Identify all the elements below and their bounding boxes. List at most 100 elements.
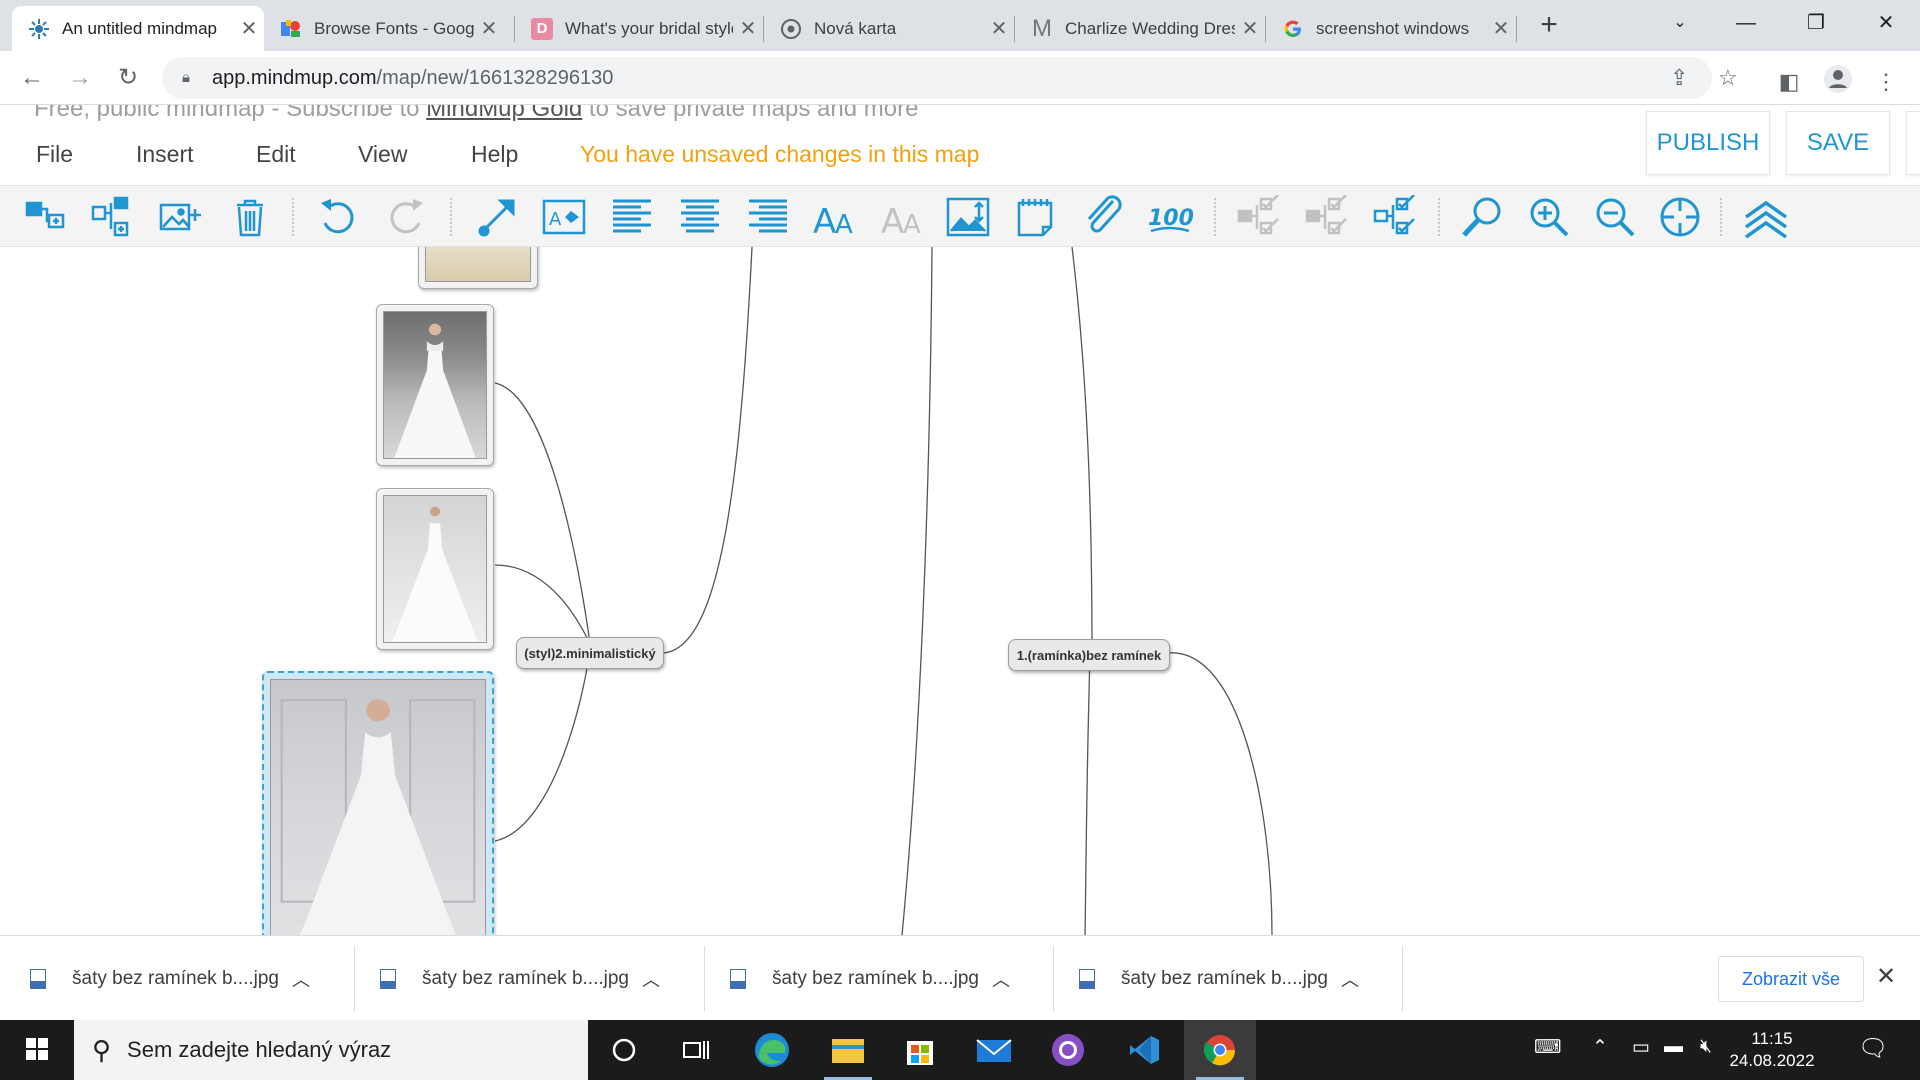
editing-toolbar: A AA AA 100 bbox=[0, 185, 1920, 247]
file-explorer-icon[interactable] bbox=[812, 1020, 884, 1080]
minimize-icon[interactable]: — bbox=[1716, 6, 1776, 40]
vscode-icon[interactable] bbox=[1108, 1020, 1180, 1080]
menu-help[interactable]: Help bbox=[471, 141, 518, 168]
forward-arrow-icon[interactable]: → bbox=[62, 60, 98, 96]
tray-chevron-icon[interactable]: ⌃ bbox=[1592, 1036, 1608, 1059]
cortana-icon[interactable] bbox=[588, 1020, 660, 1080]
reload-icon[interactable]: ↻ bbox=[110, 60, 146, 96]
chrome-taskbar-icon[interactable] bbox=[1184, 1020, 1256, 1080]
battery-icon[interactable]: ▬ bbox=[1664, 1036, 1683, 1058]
microsoft-store-icon[interactable] bbox=[884, 1020, 956, 1080]
image-node[interactable] bbox=[376, 488, 494, 650]
align-left-icon[interactable] bbox=[608, 194, 656, 240]
connect-icon[interactable] bbox=[474, 194, 522, 240]
tab-bridal-style[interactable]: D What's your bridal style ✕ bbox=[515, 6, 763, 51]
expand-icon[interactable] bbox=[1304, 194, 1352, 240]
close-tab-icon[interactable]: ✕ bbox=[733, 16, 763, 41]
close-tab-icon[interactable]: ✕ bbox=[1486, 16, 1516, 41]
add-sibling-node-icon[interactable] bbox=[88, 194, 136, 240]
menu-edit[interactable]: Edit bbox=[256, 141, 296, 168]
menu-insert[interactable]: Insert bbox=[136, 141, 194, 168]
close-tab-icon[interactable]: ✕ bbox=[474, 16, 504, 41]
align-right-icon[interactable] bbox=[744, 194, 792, 240]
redo-icon[interactable] bbox=[382, 194, 430, 240]
restore-icon[interactable]: ❐ bbox=[1786, 6, 1846, 40]
chevron-up-icon[interactable]: ︿ bbox=[1341, 966, 1359, 992]
image-node[interactable] bbox=[418, 247, 538, 289]
tab-charlize[interactable]: M Charlize Wedding Dress ✕ bbox=[1015, 6, 1265, 51]
publish-button[interactable]: PUBLISH bbox=[1646, 111, 1770, 175]
progress-icon[interactable]: 100 bbox=[1146, 194, 1194, 240]
map-node-minimalisticky[interactable]: (styl)2.minimalistický bbox=[516, 637, 664, 669]
decrease-font-icon[interactable]: AA bbox=[878, 194, 926, 240]
window-close-icon[interactable]: ✕ bbox=[1856, 6, 1916, 40]
mail-icon[interactable] bbox=[958, 1020, 1030, 1080]
new-tab-button[interactable]: + bbox=[1532, 8, 1566, 42]
tab-google-fonts[interactable]: Browse Fonts - Google Fonts ✕ bbox=[264, 6, 504, 51]
system-clock[interactable]: 11:15 24.08.2022 bbox=[1722, 1028, 1822, 1072]
chevron-up-icon[interactable]: ︿ bbox=[292, 966, 310, 992]
download-item[interactable]: šaty bez ramínek b....jpg ︿ bbox=[0, 936, 350, 1021]
close-tab-icon[interactable]: ✕ bbox=[984, 16, 1014, 41]
show-all-downloads-button[interactable]: Zobrazit vše bbox=[1718, 956, 1864, 1002]
task-view-icon[interactable] bbox=[660, 1020, 732, 1080]
image-node-selected[interactable] bbox=[262, 671, 494, 935]
search-icon[interactable] bbox=[1458, 194, 1506, 240]
share-icon[interactable]: ⇪ bbox=[1670, 65, 1688, 91]
account-button[interactable] bbox=[1906, 111, 1920, 175]
save-button[interactable]: SAVE bbox=[1786, 111, 1890, 175]
close-tab-icon[interactable]: ✕ bbox=[234, 16, 264, 41]
device-icon[interactable]: ▭ bbox=[1632, 1036, 1650, 1059]
undo-icon[interactable] bbox=[314, 194, 362, 240]
image-resize-icon[interactable] bbox=[944, 194, 992, 240]
tab-title: Browse Fonts - Google Fonts bbox=[314, 18, 474, 38]
add-child-node-icon[interactable] bbox=[22, 194, 70, 240]
profile-avatar-icon[interactable] bbox=[1820, 64, 1856, 100]
chevron-up-icon[interactable]: ︿ bbox=[992, 966, 1010, 992]
center-map-icon[interactable] bbox=[1656, 194, 1704, 240]
close-tab-icon[interactable]: ✕ bbox=[1235, 16, 1265, 41]
increase-font-icon[interactable]: AA bbox=[810, 194, 858, 240]
insert-image-icon[interactable] bbox=[156, 194, 204, 240]
download-item[interactable]: šaty bez ramínek b....jpg ︿ bbox=[350, 936, 700, 1021]
taskbar-search-box[interactable]: ⚲ Sem zadejte hledaný výraz bbox=[74, 1020, 588, 1080]
link-icon[interactable] bbox=[1080, 194, 1128, 240]
windows-start-icon[interactable] bbox=[14, 1034, 58, 1066]
tab-mindmup[interactable]: An untitled mindmap ✕ bbox=[12, 6, 264, 51]
zoom-out-icon[interactable] bbox=[1590, 194, 1638, 240]
chevron-up-icon[interactable]: ︿ bbox=[642, 966, 660, 992]
download-item[interactable]: šaty bez ramínek b....jpg ︿ bbox=[700, 936, 1050, 1021]
tab-new-tab[interactable]: Nová karta ✕ bbox=[764, 6, 1014, 51]
back-arrow-icon[interactable]: ← bbox=[14, 60, 50, 96]
download-file-name: šaty bez ramínek b....jpg bbox=[772, 967, 979, 989]
notification-center-icon[interactable]: 🗨︎ bbox=[1858, 1034, 1888, 1063]
zoom-in-icon[interactable] bbox=[1524, 194, 1572, 240]
image-node[interactable] bbox=[376, 304, 494, 466]
volume-muted-icon[interactable]: 🔇︎ bbox=[1700, 1036, 1712, 1058]
delete-icon[interactable] bbox=[226, 194, 274, 240]
download-item[interactable]: šaty bez ramínek b....jpg ︿ bbox=[1049, 936, 1399, 1021]
close-downloads-icon[interactable]: ✕ bbox=[1876, 962, 1896, 991]
windows-taskbar: ⚲ Sem zadejte hledaný výraz ⌨︎ ⌃ ▭ ▬ 🔇︎ … bbox=[0, 1020, 1920, 1080]
url-text[interactable]: app.mindmup.com/map/new/1661328296130 bbox=[212, 67, 613, 90]
github-desktop-icon[interactable] bbox=[1032, 1020, 1104, 1080]
menu-file[interactable]: File bbox=[36, 141, 73, 168]
tab-search-chevron-icon[interactable]: ⌄ bbox=[1650, 6, 1710, 40]
note-icon[interactable] bbox=[1012, 194, 1060, 240]
map-node-bez-raminek[interactable]: 1.(ramínka)bez ramínek bbox=[1008, 639, 1170, 671]
keyboard-layout-icon[interactable]: ⌨︎ bbox=[1534, 1036, 1561, 1059]
mindmap-canvas[interactable]: (styl)2.minimalistický 1.(ramínka)bez ra… bbox=[0, 247, 1920, 935]
side-panel-icon[interactable]: ◧ bbox=[1771, 64, 1807, 100]
edge-icon[interactable] bbox=[736, 1020, 808, 1080]
collapse-icon[interactable] bbox=[1236, 194, 1284, 240]
tab-title: screenshot windows bbox=[1316, 18, 1470, 38]
node-color-icon[interactable]: A bbox=[540, 194, 588, 240]
align-center-icon[interactable] bbox=[676, 194, 724, 240]
menu-view[interactable]: View bbox=[358, 141, 407, 168]
tab-screenshot-search[interactable]: screenshot windows ✕ bbox=[1266, 6, 1516, 51]
collapse-toolbar-icon[interactable] bbox=[1742, 194, 1790, 240]
browser-menu-icon[interactable]: ⋮ bbox=[1868, 64, 1904, 100]
select-all-icon[interactable] bbox=[1372, 194, 1420, 240]
address-bar[interactable]: 🔒︎ app.mindmup.com/map/new/1661328296130… bbox=[162, 57, 1738, 99]
bookmark-star-icon[interactable]: ☆ bbox=[1718, 65, 1738, 91]
